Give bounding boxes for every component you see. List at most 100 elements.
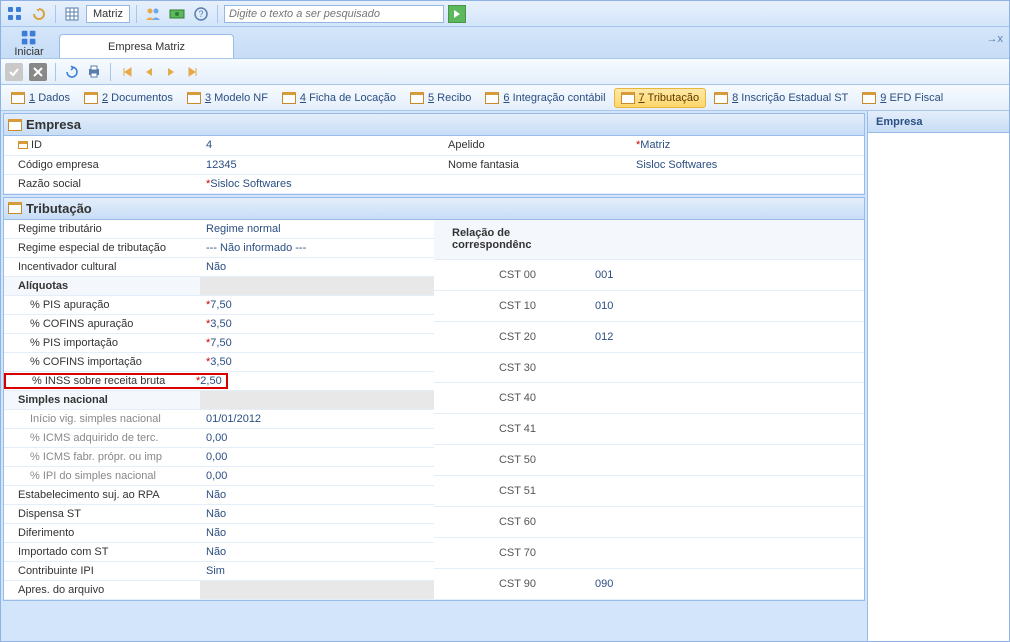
side-header: Empresa — [868, 111, 1009, 133]
field-label: Contribuinte IPI — [4, 562, 200, 581]
svg-text:?: ? — [198, 9, 203, 19]
field-label: Início vig. simples nacional — [4, 410, 200, 429]
search-input[interactable] — [224, 5, 444, 23]
tab-tributacao[interactable]: 7 Tributação — [614, 88, 707, 108]
field-value[interactable] — [589, 538, 864, 569]
money-icon[interactable] — [167, 4, 187, 24]
field-label: CST 10 — [434, 290, 589, 321]
folder-icon — [84, 92, 98, 104]
field-row: Apelido *Matriz — [434, 136, 864, 155]
field-label: CST 70 — [434, 538, 589, 569]
content: Empresa ID 4 Código empresa 12345 Razão … — [1, 111, 867, 641]
first-button[interactable] — [119, 64, 135, 80]
field-label: CST 51 — [434, 476, 589, 507]
empresa-header: Empresa — [4, 114, 864, 136]
section-title: Tributação — [26, 201, 92, 216]
field-value[interactable]: 4 — [200, 136, 434, 155]
field-value[interactable]: Sim — [200, 562, 434, 581]
field-value[interactable]: 12345 — [200, 155, 434, 174]
last-button[interactable] — [185, 64, 201, 80]
field-value[interactable]: 3,50 — [210, 356, 231, 368]
print-button[interactable] — [86, 64, 102, 80]
cancel-button[interactable] — [29, 63, 47, 81]
folder-icon — [862, 92, 876, 104]
field-value[interactable]: 0,00 — [200, 429, 434, 448]
field-value[interactable]: Não — [200, 524, 434, 543]
field-value[interactable] — [589, 383, 864, 414]
field-value[interactable]: 090 — [589, 568, 864, 599]
tab-dados[interactable]: 1 Dados — [5, 88, 76, 108]
field-value[interactable]: Sisloc Softwares — [210, 178, 291, 190]
field-value[interactable]: 012 — [589, 321, 864, 352]
help-icon[interactable]: ? — [191, 4, 211, 24]
subheader: Simples nacional — [4, 391, 200, 410]
field-value[interactable] — [200, 581, 434, 600]
separator — [110, 63, 111, 81]
tab-ficha-locacao[interactable]: 4 Ficha de Locação — [276, 88, 402, 108]
field-value[interactable] — [589, 445, 864, 476]
separator — [217, 5, 218, 23]
field-value[interactable]: Não — [200, 486, 434, 505]
field-value[interactable]: Matriz — [640, 139, 670, 151]
field-label: CST 20 — [434, 321, 589, 352]
iniciar-button[interactable]: Iniciar — [7, 30, 51, 58]
field-value[interactable]: 3,50 — [210, 318, 231, 330]
tab-documentos[interactable]: 2 Documentos — [78, 88, 179, 108]
main-area: Empresa ID 4 Código empresa 12345 Razão … — [1, 111, 1009, 641]
field-value[interactable]: 7,50 — [210, 299, 231, 311]
folder-icon — [485, 92, 499, 104]
folder-icon — [8, 119, 22, 131]
field-value[interactable]: 010 — [589, 290, 864, 321]
field-value[interactable]: 2,50 — [200, 375, 225, 387]
field-row: Razão social *Sisloc Softwares — [4, 174, 434, 193]
field-value[interactable]: --- Não informado --- — [200, 239, 434, 258]
tributacao-section: Tributação Regime tributárioRegime norma… — [3, 197, 865, 602]
prev-button[interactable] — [141, 64, 157, 80]
field-label: CST 40 — [434, 383, 589, 414]
field-value[interactable]: Não — [200, 505, 434, 524]
field-value[interactable]: Sisloc Softwares — [630, 155, 864, 174]
field-value[interactable] — [589, 507, 864, 538]
separator — [55, 5, 56, 23]
empresa-section: Empresa ID 4 Código empresa 12345 Razão … — [3, 113, 865, 195]
tab-recibo[interactable]: 5 Recibo — [404, 88, 477, 108]
search-go-button[interactable] — [448, 5, 466, 23]
tab-empresa-matriz[interactable]: Empresa Matriz — [59, 34, 234, 58]
right-header: Relação de correspondênc — [434, 220, 589, 260]
field-value[interactable]: 7,50 — [210, 337, 231, 349]
field-value[interactable]: 0,00 — [200, 467, 434, 486]
folder-icon — [11, 92, 25, 104]
field-value[interactable]: 001 — [589, 259, 864, 290]
top-toolbar: Matriz ? — [1, 1, 1009, 27]
field-label: CST 50 — [434, 445, 589, 476]
field-row: Nome fantasia Sisloc Softwares — [434, 155, 864, 174]
field-value[interactable]: 0,00 — [200, 448, 434, 467]
field-value[interactable]: Não — [200, 543, 434, 562]
iniciar-row: Iniciar Empresa Matriz →x — [1, 27, 1009, 59]
undo-icon[interactable] — [29, 4, 49, 24]
grid-icon[interactable] — [62, 4, 82, 24]
confirm-button[interactable] — [5, 63, 23, 81]
field-value[interactable]: 01/01/2012 — [200, 410, 434, 429]
field-value[interactable] — [589, 414, 864, 445]
tab-modelo-nf[interactable]: 3 Modelo NF — [181, 88, 274, 108]
field-value[interactable]: Regime normal — [200, 220, 434, 239]
refresh-button[interactable] — [64, 64, 80, 80]
app-icon[interactable] — [5, 4, 25, 24]
field-label: Código empresa — [4, 155, 200, 174]
iniciar-label: Iniciar — [14, 46, 43, 58]
field-value[interactable] — [589, 352, 864, 383]
users-icon[interactable] — [143, 4, 163, 24]
field-value[interactable]: Não — [200, 258, 434, 277]
tab-label: Empresa Matriz — [108, 41, 185, 53]
next-button[interactable] — [163, 64, 179, 80]
field-label: % PIS importação — [4, 334, 200, 353]
field-label: Estabelecimento suj. ao RPA — [4, 486, 200, 505]
side-panel: Empresa — [867, 111, 1009, 641]
tab-efd-fiscal[interactable]: 9 EFD Fiscal — [856, 88, 949, 108]
tab-inscricao-st[interactable]: 8 Inscrição Estadual ST — [708, 88, 854, 108]
field-row: ID 4 — [4, 136, 434, 155]
field-value[interactable] — [589, 476, 864, 507]
tab-integracao[interactable]: 6 Integração contábil — [479, 88, 611, 108]
close-tab-button[interactable]: →x — [987, 33, 1004, 45]
